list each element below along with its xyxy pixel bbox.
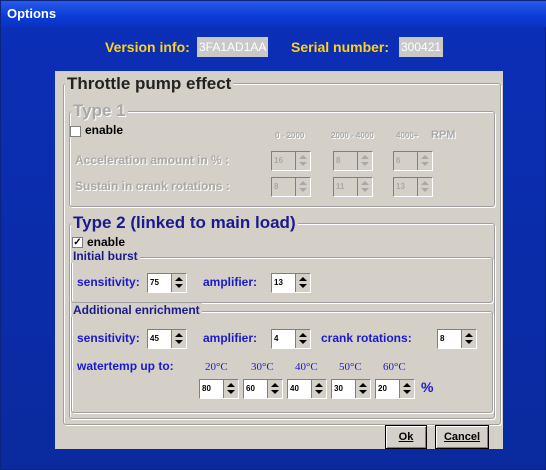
sustain-spinner-1[interactable]: 11 [333, 177, 373, 197]
window-title: Options [1, 1, 546, 27]
rpm-header-0: 0 - 2000 [275, 131, 305, 140]
type2-title: Type 2 (linked to main load) [71, 213, 298, 233]
accel-spinner-0[interactable]: 16 [271, 151, 311, 171]
add-sensitivity-label: sensitivity: [77, 331, 140, 345]
burst-amplifier-spinner[interactable]: 13 [271, 273, 311, 293]
throttle-panel: Throttle pump effect Type 1 enable 0 - 2… [55, 71, 503, 449]
temp-header-60: 60°C [383, 361, 406, 373]
temp-spinner-40[interactable]: 40 [287, 379, 327, 399]
temp-header-20: 20°C [205, 361, 228, 373]
serial-value: 300421 [399, 37, 444, 57]
crank-rotations-label: crank rotations: [321, 331, 412, 345]
burst-sensitivity-label: sensitivity: [77, 275, 140, 289]
rpm-unit: RPM [431, 129, 456, 141]
serial-label: Serial number: [291, 39, 390, 55]
options-window: Options Version info: 3FA1AD1AA Serial n… [0, 0, 546, 470]
type1-enable-label: enable [85, 123, 124, 137]
ok-button[interactable]: Ok [385, 425, 427, 449]
type2-enable-checkbox[interactable]: ✓ [72, 237, 83, 248]
accel-spinner-2[interactable]: 6 [393, 151, 433, 171]
sustain-label: Sustain in crank rotations : [75, 179, 230, 193]
version-label: Version info: [105, 39, 190, 55]
throttle-title: Throttle pump effect [65, 74, 234, 94]
version-value: 3FA1AD1AA [197, 37, 269, 57]
type1-enable-checkbox[interactable] [70, 126, 81, 137]
temp-spinner-20[interactable]: 80 [199, 379, 239, 399]
accel-spinner-1[interactable]: 8 [333, 151, 373, 171]
sustain-spinner-2[interactable]: 13 [393, 177, 433, 197]
temp-header-50: 50°C [339, 361, 362, 373]
temp-spinner-30[interactable]: 60 [243, 379, 283, 399]
temp-header-40: 40°C [295, 361, 318, 373]
burst-amplifier-label: amplifier: [203, 275, 258, 289]
temp-header-30: 30°C [251, 361, 274, 373]
initial-burst-title: Initial burst [71, 249, 140, 263]
add-amplifier-label: amplifier: [203, 331, 258, 345]
burst-sensitivity-spinner[interactable]: 75 [147, 273, 187, 293]
accel-label: Acceleration amount in % : [75, 153, 230, 167]
type2-enable-label: enable [87, 235, 126, 249]
add-sensitivity-spinner[interactable]: 45 [147, 329, 187, 349]
temp-spinner-60[interactable]: 20 [375, 379, 415, 399]
sustain-spinner-0[interactable]: 8 [271, 177, 311, 197]
percent-unit: % [421, 379, 434, 395]
rpm-header-1: 2000 - 4000 [331, 131, 374, 140]
additional-title: Additional enrichment [71, 303, 202, 317]
cancel-button[interactable]: Cancel [435, 425, 489, 449]
type1-title: Type 1 [71, 101, 128, 121]
temp-spinner-50[interactable]: 30 [331, 379, 371, 399]
add-amplifier-spinner[interactable]: 4 [271, 329, 311, 349]
watertemp-label: watertemp up to: [77, 359, 174, 373]
rpm-header-2: 4000+ [396, 131, 419, 140]
crank-rotations-spinner[interactable]: 8 [437, 329, 477, 349]
